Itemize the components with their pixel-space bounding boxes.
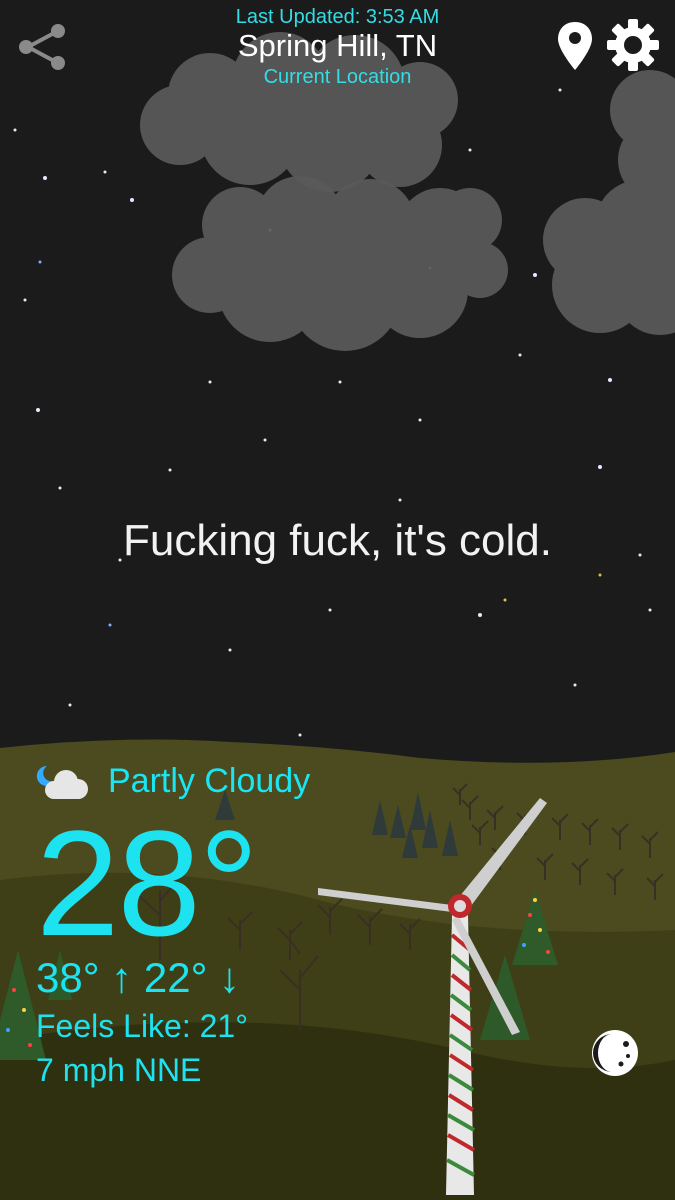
weather-message: Fucking fuck, it's cold. — [123, 516, 552, 565]
share-icon[interactable] — [16, 22, 68, 72]
gear-icon[interactable] — [606, 18, 660, 72]
current-temperature: 28° — [36, 799, 259, 967]
high-low-temperature: 38° ↑ 22° ↓ — [36, 954, 241, 1001]
wind-label: 7 mph NNE — [36, 1052, 202, 1088]
location-pin-icon[interactable] — [556, 20, 594, 72]
moon-phase-icon[interactable] — [588, 1026, 642, 1080]
condition-label: Partly Cloudy — [108, 762, 311, 800]
partly-cloudy-night-icon — [36, 765, 88, 799]
feels-like-label: Feels Like: 21° — [36, 1008, 249, 1044]
